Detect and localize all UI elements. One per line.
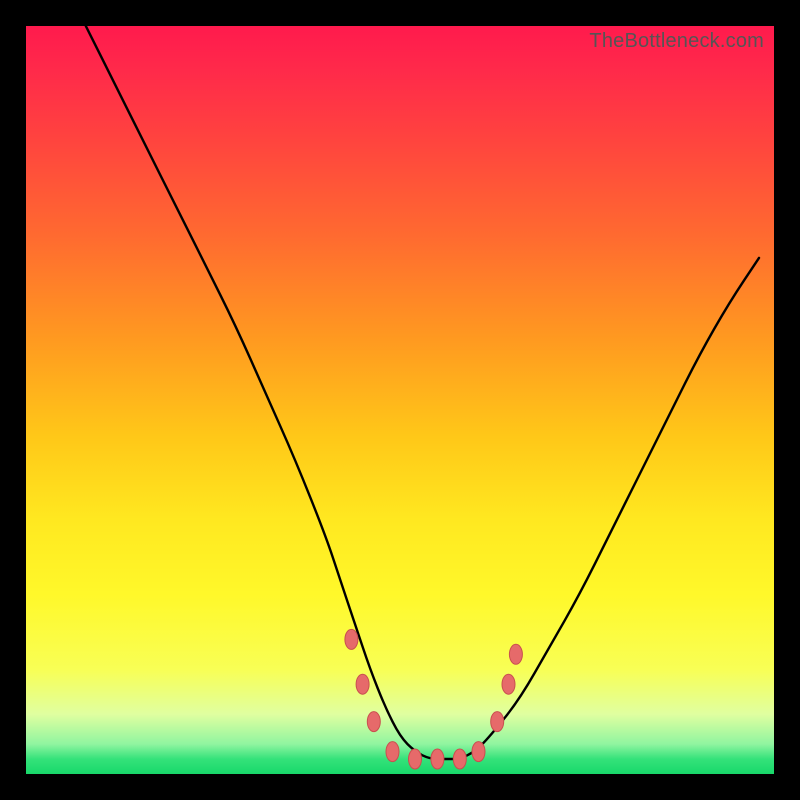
curve-marker [367, 712, 380, 732]
curve-marker [509, 644, 522, 664]
curve-marker [356, 674, 369, 694]
curve-marker [431, 749, 444, 769]
curve-marker [502, 674, 515, 694]
curve-marker [453, 749, 466, 769]
curve-markers [345, 629, 523, 769]
curve-marker [345, 629, 358, 649]
chart-frame: TheBottleneck.com [0, 0, 800, 800]
curve-marker [472, 742, 485, 762]
curve-marker [386, 742, 399, 762]
bottleneck-curve-svg [26, 26, 774, 774]
bottleneck-curve-path [86, 26, 759, 759]
curve-marker [409, 749, 422, 769]
plot-area: TheBottleneck.com [26, 26, 774, 774]
curve-marker [491, 712, 504, 732]
